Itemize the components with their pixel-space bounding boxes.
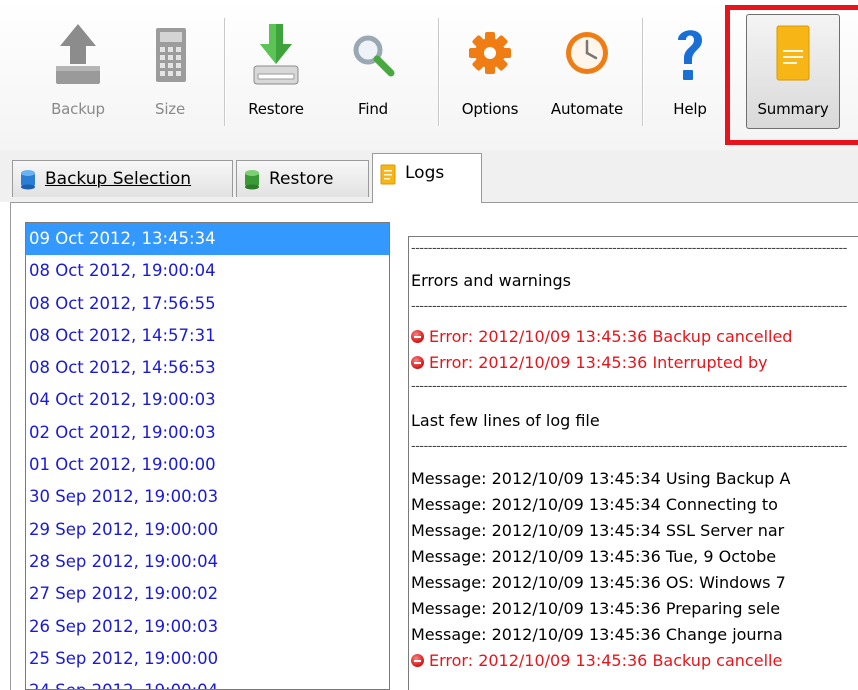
tab-logs[interactable]: Logs: [372, 153, 482, 203]
clock-icon: [566, 32, 608, 74]
error-text: Error: 2012/10/09 13:45:36 Interrupted b…: [429, 353, 768, 372]
restore-label: Restore: [248, 100, 304, 118]
error-line: Error: 2012/10/09 13:45:36 Interrupted b…: [411, 353, 768, 372]
log-list-item[interactable]: 08 Oct 2012, 17:56:55: [26, 288, 389, 320]
error-icon: [411, 654, 424, 667]
log-list[interactable]: 09 Oct 2012, 13:45:34 08 Oct 2012, 19:00…: [25, 222, 390, 690]
restore-download-icon: [253, 24, 299, 85]
error-icon: [411, 356, 424, 369]
help-label: Help: [673, 100, 707, 118]
message-line: Message: 2012/10/09 13:45:36 Preparing s…: [411, 599, 781, 618]
log-list-item[interactable]: 08 Oct 2012, 14:56:53: [26, 352, 389, 384]
options-label: Options: [461, 100, 519, 118]
log-list-item[interactable]: 27 Sep 2012, 19:00:02: [26, 578, 389, 610]
message-line: Message: 2012/10/09 13:45:36 Tue, 9 Octo…: [411, 547, 777, 566]
tab-restore-label: Restore: [269, 169, 334, 189]
question-mark-icon: [678, 30, 702, 80]
size-button[interactable]: Size: [132, 14, 208, 132]
log-details-view[interactable]: ----------------------------------------…: [408, 236, 858, 690]
backup-button[interactable]: Backup: [40, 14, 116, 132]
message-line: Message: 2012/10/09 13:45:34 Using Backu…: [411, 469, 791, 488]
size-label: Size: [155, 100, 185, 118]
database-green-icon: [245, 170, 259, 190]
magnifier-icon: [353, 35, 395, 77]
separator-line: ----------------------------------------…: [411, 241, 847, 256]
log-list-item[interactable]: 08 Oct 2012, 19:00:04: [26, 255, 389, 287]
toolbar-separator: [224, 18, 225, 126]
backup-upload-icon: [56, 24, 100, 84]
log-document-icon: [380, 164, 396, 185]
log-list-item[interactable]: 29 Sep 2012, 19:00:00: [26, 514, 389, 546]
separator-line: ----------------------------------------…: [411, 439, 847, 454]
help-button[interactable]: Help: [658, 14, 722, 132]
log-list-item[interactable]: 24 Sep 2012, 19:00:04: [26, 675, 389, 689]
find-button[interactable]: Find: [338, 14, 408, 132]
gear-icon: [469, 32, 511, 74]
tab-logs-label: Logs: [405, 163, 445, 183]
separator-line: ----------------------------------------…: [411, 299, 847, 314]
log-list-item[interactable]: 01 Oct 2012, 19:00:00: [26, 449, 389, 481]
log-list-item-selected[interactable]: 09 Oct 2012, 13:45:34: [26, 223, 389, 256]
tab-backup-selection-label: Backup Selection: [45, 169, 192, 189]
log-tail-heading: Last few lines of log file: [411, 411, 600, 430]
database-blue-icon: [21, 170, 35, 190]
error-line: Error: 2012/10/09 13:45:36 Backup cancel…: [411, 651, 782, 670]
tab-backup-selection[interactable]: Backup Selection: [12, 160, 233, 197]
tab-restore[interactable]: Restore: [236, 160, 369, 197]
toolbar: Backup Size Restore Find Options Automat…: [0, 0, 858, 151]
error-icon: [411, 330, 424, 343]
calculator-icon: [156, 28, 186, 82]
errors-heading: Errors and warnings: [411, 271, 572, 290]
message-line: Message: 2012/10/09 13:45:36 Change jour…: [411, 625, 783, 644]
restore-button[interactable]: Restore: [238, 14, 314, 132]
log-list-item[interactable]: 28 Sep 2012, 19:00:04: [26, 546, 389, 578]
automate-label: Automate: [550, 100, 624, 118]
log-list-item[interactable]: 25 Sep 2012, 19:00:00: [26, 643, 389, 675]
toolbar-separator: [642, 18, 643, 126]
find-label: Find: [358, 100, 388, 118]
log-list-item[interactable]: 08 Oct 2012, 14:57:31: [26, 320, 389, 352]
error-text: Error: 2012/10/09 13:45:36 Backup cancel…: [429, 651, 783, 670]
toolbar-separator: [438, 18, 439, 126]
options-button[interactable]: Options: [450, 14, 530, 132]
error-line: Error: 2012/10/09 13:45:36 Backup cancel…: [411, 327, 792, 346]
log-list-item[interactable]: 02 Oct 2012, 19:00:03: [26, 417, 389, 449]
log-list-item[interactable]: 26 Sep 2012, 19:00:03: [26, 611, 389, 643]
backup-label: Backup: [51, 100, 105, 118]
message-line: Message: 2012/10/09 13:45:36 OS: Windows…: [411, 573, 786, 592]
separator-line: ----------------------------------------…: [411, 379, 847, 394]
log-list-item[interactable]: 04 Oct 2012, 19:00:03: [26, 384, 389, 416]
message-line: Message: 2012/10/09 13:45:34 SSL Server …: [411, 521, 785, 540]
summary-highlight-box: [725, 5, 858, 145]
message-line: Message: 2012/10/09 13:45:34 Connecting …: [411, 495, 778, 514]
automate-button[interactable]: Automate: [540, 14, 634, 132]
error-text: Error: 2012/10/09 13:45:36 Backup cancel…: [429, 327, 793, 346]
log-list-item[interactable]: 30 Sep 2012, 19:00:03: [26, 481, 389, 513]
